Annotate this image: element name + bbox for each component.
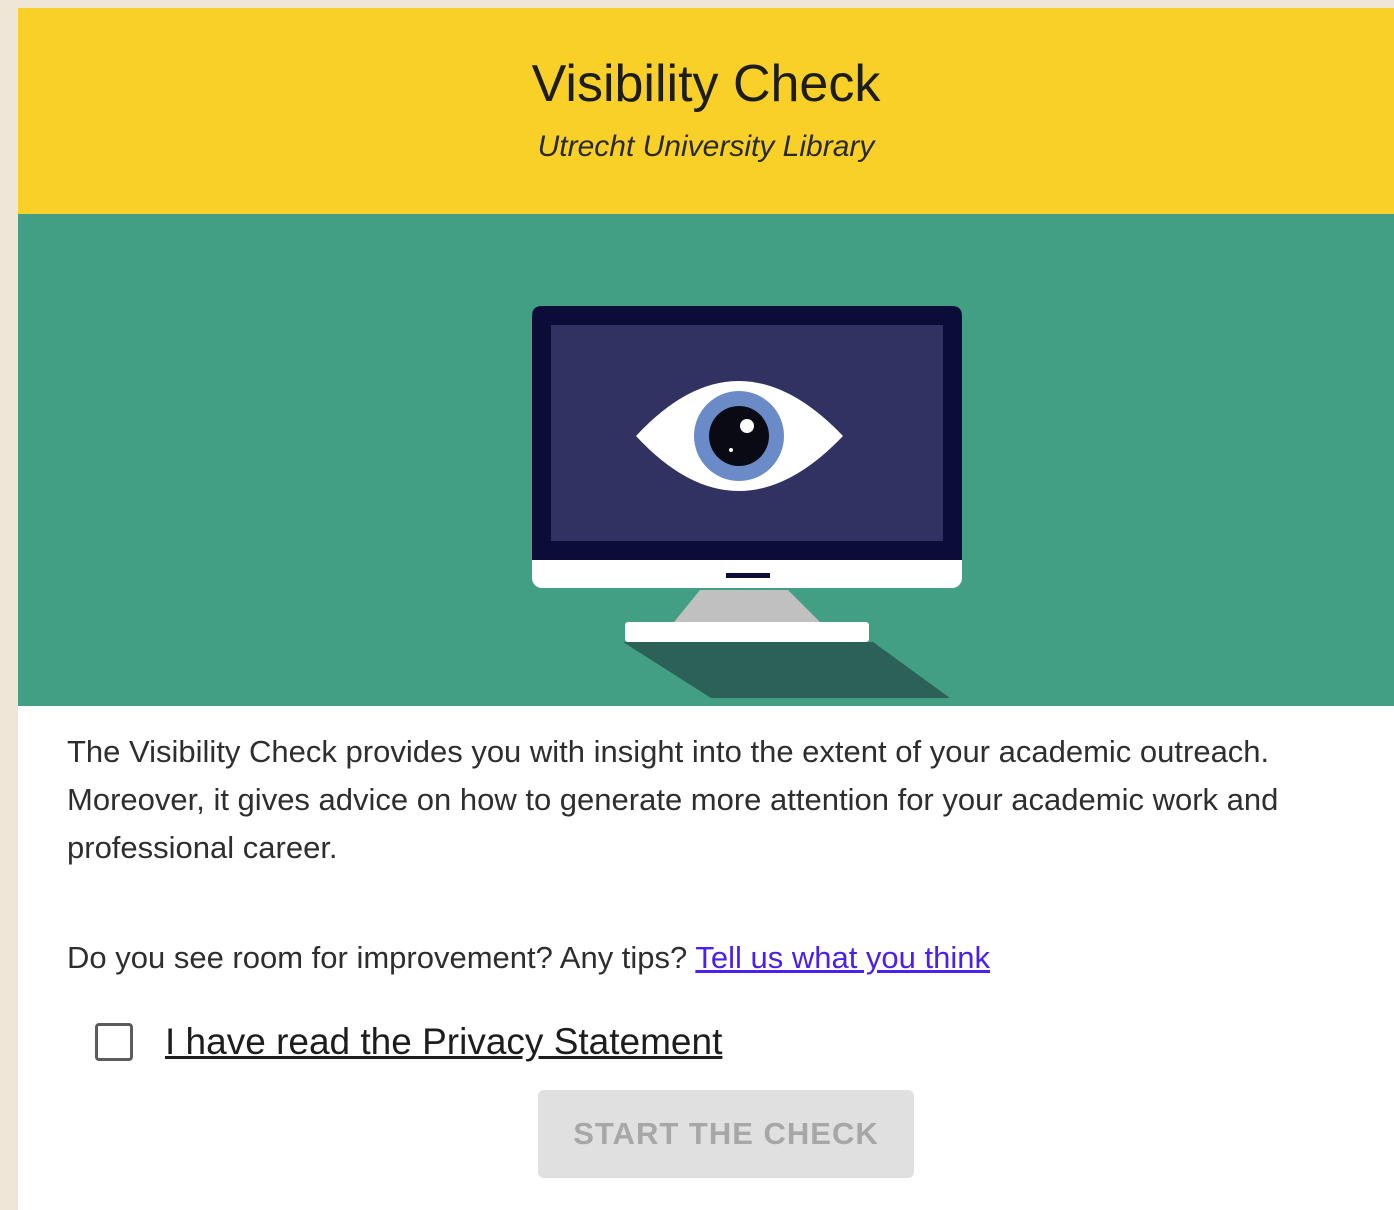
- page-title: Visibility Check: [531, 55, 881, 113]
- monitor-eye-illustration: [532, 306, 962, 698]
- privacy-checkbox[interactable]: [95, 1023, 133, 1061]
- feedback-line: Do you see room for improvement? Any tip…: [67, 934, 990, 982]
- feedback-link[interactable]: Tell us what you think: [695, 940, 990, 975]
- monitor-logo-bar: [726, 573, 770, 578]
- page-subtitle: Utrecht University Library: [537, 130, 875, 163]
- intro-paragraph: The Visibility Check provides you with i…: [67, 734, 1279, 865]
- monitor-shadow: [623, 642, 950, 698]
- privacy-statement-link[interactable]: I have read the Privacy Statement: [165, 1020, 722, 1064]
- privacy-consent-row: I have read the Privacy Statement: [95, 1012, 722, 1072]
- feedback-question: Do you see room for improvement? Any tip…: [67, 940, 688, 975]
- monitor-stand-neck: [674, 590, 820, 622]
- start-check-button[interactable]: START THE CHECK: [538, 1090, 914, 1178]
- monitor-stand-base: [625, 622, 869, 642]
- page-header: Visibility Check Utrecht University Libr…: [18, 8, 1394, 214]
- intro-section: The Visibility Check provides you with i…: [67, 728, 1297, 975]
- hero-banner: [18, 214, 1394, 706]
